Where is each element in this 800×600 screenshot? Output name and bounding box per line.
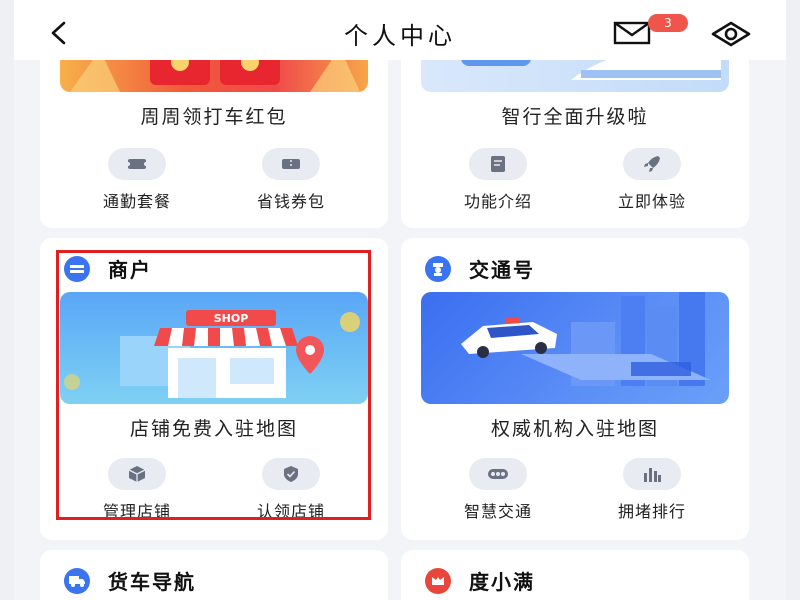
smart-traffic-button[interactable]: 智慧交通 [428, 458, 568, 522]
message-count-badge: 3 [648, 14, 688, 32]
shop-sign-text: SHOP [214, 312, 249, 325]
traffic-account-title: 交通号 [469, 258, 535, 282]
bar-chart-icon [644, 468, 661, 482]
feature-intro-label: 功能介绍 [463, 192, 532, 211]
traffic-caption: 权威机构入驻地图 [490, 418, 659, 440]
claim-store-label: 认领店铺 [256, 502, 325, 521]
try-now-button[interactable]: 立即体验 [582, 148, 722, 212]
feature-intro-button[interactable]: 功能介绍 [428, 148, 568, 212]
rocket-icon [644, 156, 660, 172]
manage-store-label: 管理店铺 [102, 502, 171, 521]
left-edge [0, 0, 14, 600]
document-icon [491, 156, 505, 172]
merchant-card: 商户 SHOP 店铺免费入驻地图 管理店铺 认领店铺 [40, 238, 388, 540]
upgrade-actions: 功能介绍 立即体验 [401, 148, 749, 212]
ticket-icon [126, 159, 148, 169]
claim-store-button[interactable]: 认领店铺 [221, 458, 361, 522]
duxiaoman-card-icon [425, 567, 451, 594]
upgrade-card: 智行全面升级啦 功能介绍 立即体验 [401, 40, 749, 228]
duxiaoman-title: 度小满 [469, 570, 535, 594]
personal-center-page: 个人中心 3 周周领打车红包 通勤套餐 省钱券包 智行全面升级啦 功能介绍 立即… [14, 0, 786, 600]
taxi-promo-card: 周周领打车红包 通勤套餐 省钱券包 [40, 40, 388, 228]
box-icon [128, 466, 146, 482]
mail-icon [613, 21, 651, 45]
right-edge [786, 0, 800, 600]
police-icon [433, 262, 443, 276]
store-icon [70, 264, 84, 273]
commute-package-label: 通勤套餐 [102, 192, 171, 211]
merchant-icon [64, 255, 90, 282]
truck-card-icon [64, 567, 90, 594]
truck-icon [69, 575, 85, 587]
traffic-banner[interactable] [421, 292, 729, 404]
merchant-actions: 管理店铺 认领店铺 [40, 458, 388, 522]
shop-illustration: SHOP [64, 310, 360, 398]
merchant-caption: 店铺免费入驻地图 [129, 418, 298, 440]
coupon-pack-label: 省钱券包 [256, 192, 325, 211]
taxi-promo-caption: 周周领打车红包 [140, 106, 288, 128]
wallet-icon [432, 576, 444, 585]
coupon-pack-button[interactable]: 省钱券包 [221, 148, 361, 212]
upgrade-caption: 智行全面升级啦 [501, 106, 649, 128]
congestion-ranking-label: 拥堵排行 [617, 502, 686, 521]
truck-navigation-card[interactable]: 货车导航 [40, 550, 388, 600]
coupon-icon [282, 159, 300, 169]
truck-navigation-title: 货车导航 [108, 570, 196, 594]
smart-traffic-label: 智慧交通 [463, 502, 532, 521]
taxi-promo-actions: 通勤套餐 省钱券包 [40, 148, 388, 212]
merchant-title: 商户 [108, 258, 152, 282]
traffic-actions: 智慧交通 拥堵排行 [401, 458, 749, 522]
duxiaoman-card[interactable]: 度小满 [401, 550, 749, 600]
congestion-ranking-button[interactable]: 拥堵排行 [582, 458, 722, 522]
merchant-banner[interactable]: SHOP [60, 292, 368, 404]
try-now-label: 立即体验 [617, 192, 686, 211]
traffic-account-card: 交通号 权威机构入驻地图 智慧交通 拥堵排行 [401, 238, 749, 540]
traffic-light-icon [488, 469, 508, 479]
top-bar: 个人中心 3 [14, 0, 786, 60]
traffic-account-icon [425, 255, 451, 282]
settings-button[interactable] [710, 20, 754, 50]
manage-store-button[interactable]: 管理店铺 [67, 458, 207, 522]
eye-icon [711, 21, 751, 47]
police-car-illustration [461, 292, 711, 386]
shield-check-icon [284, 466, 298, 482]
commute-package-button[interactable]: 通勤套餐 [67, 148, 207, 212]
